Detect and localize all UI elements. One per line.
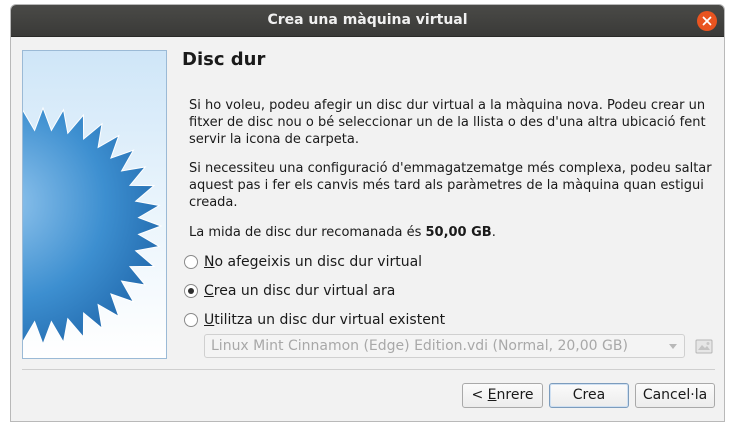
radio-existing-disk[interactable]: Utilitza un disc dur virtual existent: [184, 311, 445, 329]
title-bar[interactable]: Crea una màquina virtual: [11, 5, 724, 37]
button-separator: [22, 369, 715, 370]
disk-select-value: Linux Mint Cinnamon (Edge) Edition.vdi (…: [211, 338, 628, 354]
radio-label: No afegeixis un disc dur virtual: [204, 254, 423, 270]
close-button[interactable]: [697, 11, 717, 31]
radio-no-disk[interactable]: No afegeixis un disc dur virtual: [184, 253, 422, 271]
radio-label: Crea un disc dur virtual ara: [204, 283, 396, 299]
wizard-banner-image: [22, 50, 167, 359]
folder-icon: [695, 339, 713, 354]
intro-paragraph: Si ho voleu, podeu afegir un disc dur vi…: [189, 98, 706, 147]
starburst-shape: [23, 106, 163, 346]
back-button[interactable]: < Enrere: [462, 383, 543, 408]
advanced-paragraph: Si necessiteu una configuració d'emmagat…: [189, 161, 712, 210]
recommended-prefix: La mida de disc dur recomanada és: [189, 225, 426, 240]
cancel-button[interactable]: Cancel·la: [635, 383, 715, 408]
existing-disk-select[interactable]: Linux Mint Cinnamon (Edge) Edition.vdi (…: [204, 334, 685, 358]
recommended-size-text: La mida de disc dur recomanada és 50,00 …: [189, 224, 714, 241]
radio-button[interactable]: [184, 255, 198, 269]
window-title: Crea una màquina virtual: [267, 12, 468, 28]
radio-button[interactable]: [184, 313, 198, 327]
radio-button-selected[interactable]: [184, 284, 198, 298]
starburst-icon: [23, 106, 163, 346]
choose-disk-file-button[interactable]: [694, 336, 714, 356]
recommended-suffix: .: [491, 225, 496, 240]
wizard-content: Disc dur Si ho voleu, podeu afegir un di…: [182, 49, 713, 358]
radio-label: Utilitza un disc dur virtual existent: [204, 312, 446, 328]
dialog-window: Crea una màquina virtual Disc dur Si ho …: [10, 4, 725, 422]
radio-create-disk[interactable]: Crea un disc dur virtual ara: [184, 282, 395, 300]
create-button[interactable]: Crea: [549, 383, 629, 408]
recommended-size-value: 50,00 GB: [425, 225, 492, 240]
page-title: Disc dur: [182, 49, 266, 70]
chevron-down-icon: [669, 344, 677, 349]
close-icon: [702, 16, 712, 26]
